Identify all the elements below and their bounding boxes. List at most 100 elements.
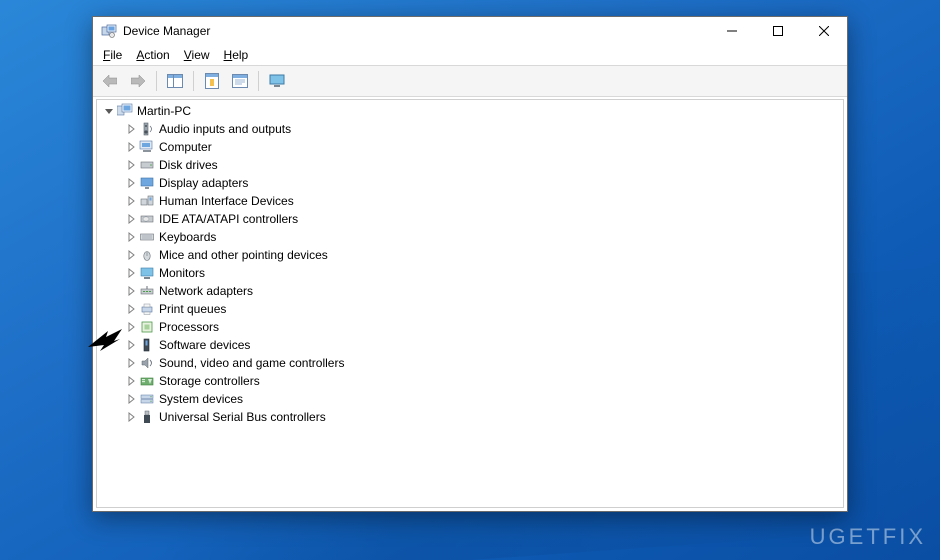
tree-item-label: Print queues <box>159 302 226 316</box>
close-button[interactable] <box>801 17 847 45</box>
tree-item[interactable]: Audio inputs and outputs <box>97 120 843 138</box>
expander-closed-icon[interactable] <box>125 267 137 279</box>
printer-icon <box>139 301 155 317</box>
expander-closed-icon[interactable] <box>125 141 137 153</box>
tree-item[interactable]: Display adapters <box>97 174 843 192</box>
expander-closed-icon[interactable] <box>125 339 137 351</box>
tree-item-label: Disk drives <box>159 158 218 172</box>
tree-item[interactable]: Print queues <box>97 300 843 318</box>
expander-closed-icon[interactable] <box>125 231 137 243</box>
menu-view[interactable]: View <box>178 47 216 63</box>
toolbar-help-button[interactable] <box>227 68 253 94</box>
system-icon <box>139 391 155 407</box>
usb-icon <box>139 409 155 425</box>
tree-item[interactable]: Monitors <box>97 264 843 282</box>
arrow-right-icon <box>131 75 145 87</box>
toolbar-forward-button[interactable] <box>125 68 151 94</box>
tree-item-label: Mice and other pointing devices <box>159 248 328 262</box>
toolbar <box>93 65 847 97</box>
tree-item-label: Display adapters <box>159 176 248 190</box>
tree-item[interactable]: Mice and other pointing devices <box>97 246 843 264</box>
watermark-text: UGETFIX <box>810 524 926 550</box>
tree-item-label: Network adapters <box>159 284 253 298</box>
menu-file[interactable]: File <box>97 47 128 63</box>
expander-closed-icon[interactable] <box>125 303 137 315</box>
toolbar-properties-button[interactable] <box>199 68 225 94</box>
titlebar[interactable]: Device Manager <box>93 17 847 45</box>
storage-icon <box>139 373 155 389</box>
tree-item[interactable]: Human Interface Devices <box>97 192 843 210</box>
menu-action[interactable]: Action <box>130 47 175 63</box>
tree-item[interactable]: Software devices <box>97 336 843 354</box>
desktop-background: Device Manager File Action View Help <box>0 0 940 560</box>
menu-action-label: ction <box>144 48 169 62</box>
toolbar-separator <box>258 71 259 91</box>
software-icon <box>139 337 155 353</box>
arrow-left-icon <box>103 75 117 87</box>
tree-item[interactable]: Universal Serial Bus controllers <box>97 408 843 426</box>
tree-item-label: Human Interface Devices <box>159 194 294 208</box>
properties-icon <box>205 73 219 89</box>
tree-item-label: Keyboards <box>159 230 216 244</box>
pane-icon <box>167 74 183 88</box>
toolbar-separator <box>193 71 194 91</box>
monitor-icon <box>269 74 285 88</box>
tree-item[interactable]: Keyboards <box>97 228 843 246</box>
hid-icon <box>139 193 155 209</box>
tree-item[interactable]: IDE ATA/ATAPI controllers <box>97 210 843 228</box>
expander-closed-icon[interactable] <box>125 321 137 333</box>
expander-closed-icon[interactable] <box>125 159 137 171</box>
tree-item[interactable]: Computer <box>97 138 843 156</box>
tree-item-label: IDE ATA/ATAPI controllers <box>159 212 298 226</box>
tree-item[interactable]: Network adapters <box>97 282 843 300</box>
app-icon <box>101 23 117 39</box>
network-icon <box>139 283 155 299</box>
cpu-icon <box>139 319 155 335</box>
expander-closed-icon[interactable] <box>125 357 137 369</box>
tree-item-label: Software devices <box>159 338 250 352</box>
computer-root-icon <box>117 103 133 119</box>
toolbar-separator <box>156 71 157 91</box>
tree-root-label: Martin-PC <box>137 104 191 118</box>
device-tree[interactable]: Martin-PC Audio inputs and outputs Comput… <box>96 99 844 508</box>
expander-closed-icon[interactable] <box>125 249 137 261</box>
tree-root[interactable]: Martin-PC <box>97 102 843 120</box>
tree-item[interactable]: Disk drives <box>97 156 843 174</box>
tree-item-label: Sound, video and game controllers <box>159 356 344 370</box>
menu-file-label: ile <box>110 48 122 62</box>
disk-icon <box>139 157 155 173</box>
help-icon <box>232 74 248 88</box>
monitor-icon <box>139 265 155 281</box>
expander-closed-icon[interactable] <box>125 285 137 297</box>
window-title: Device Manager <box>123 24 210 38</box>
tree-item-label: Storage controllers <box>159 374 260 388</box>
expander-closed-icon[interactable] <box>125 375 137 387</box>
expander-closed-icon[interactable] <box>125 177 137 189</box>
toolbar-monitors-button[interactable] <box>264 68 290 94</box>
expander-closed-icon[interactable] <box>125 213 137 225</box>
maximize-button[interactable] <box>755 17 801 45</box>
tree-item-label: System devices <box>159 392 243 406</box>
menu-view-label: iew <box>192 48 210 62</box>
expander-closed-icon[interactable] <box>125 195 137 207</box>
keyboard-icon <box>139 229 155 245</box>
minimize-button[interactable] <box>709 17 755 45</box>
tree-item-label: Computer <box>159 140 212 154</box>
device-manager-window: Device Manager File Action View Help <box>92 16 848 512</box>
toolbar-back-button[interactable] <box>97 68 123 94</box>
speaker-icon <box>139 121 155 137</box>
tree-item[interactable]: Processors <box>97 318 843 336</box>
menu-help-label: elp <box>232 48 248 62</box>
expander-closed-icon[interactable] <box>125 393 137 405</box>
tree-item[interactable]: Storage controllers <box>97 372 843 390</box>
expander-closed-icon[interactable] <box>125 411 137 423</box>
expander-closed-icon[interactable] <box>125 123 137 135</box>
tree-item[interactable]: Sound, video and game controllers <box>97 354 843 372</box>
menu-help[interactable]: Help <box>218 47 255 63</box>
tree-item[interactable]: System devices <box>97 390 843 408</box>
tree-item-label: Universal Serial Bus controllers <box>159 410 326 424</box>
mouse-icon <box>139 247 155 263</box>
toolbar-showhide-button[interactable] <box>162 68 188 94</box>
expander-open-icon[interactable] <box>103 105 115 117</box>
ide-icon <box>139 211 155 227</box>
